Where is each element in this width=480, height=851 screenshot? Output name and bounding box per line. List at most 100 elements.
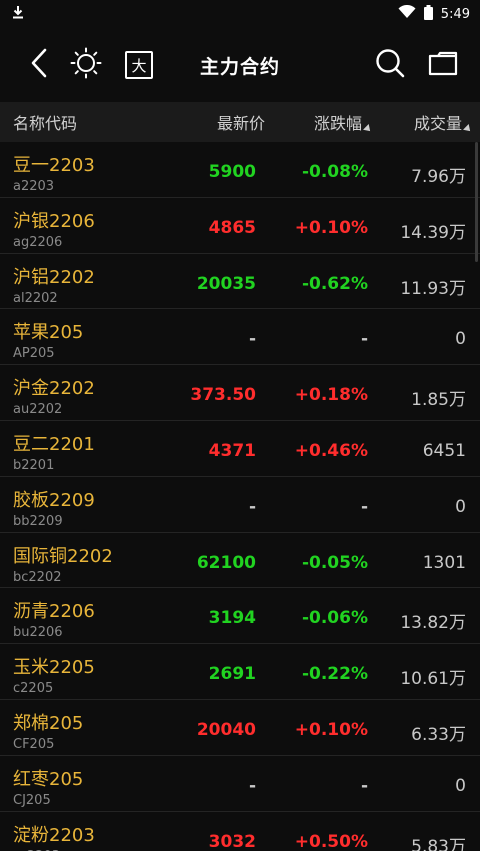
latest-price: 5900 — [208, 162, 256, 182]
contract-name: 豆一2203 — [13, 155, 95, 176]
contract-name: 玉米2205 — [13, 657, 95, 679]
contract-code: b2201 — [13, 457, 55, 473]
contract-code: bu2206 — [13, 625, 63, 641]
table-row[interactable]: 淀粉2203cs22033032+0.50%5.83万 — [0, 812, 480, 851]
latest-price: - — [248, 329, 256, 350]
contract-code: au2202 — [13, 402, 63, 418]
header-volume-label: 成交量 — [413, 114, 462, 133]
latest-price: 4865 — [208, 217, 256, 238]
header-volume[interactable]: 成交量 — [413, 110, 473, 134]
change-percent: - — [360, 775, 368, 796]
trade-volume: 1.85万 — [411, 390, 466, 411]
change-percent: -0.08% — [301, 162, 368, 182]
contract-list[interactable]: 豆一2203 a2203 5900 -0.08% 7.96万沪银2206 ag2206 48… — [0, 142, 480, 851]
change-percent: +0.10% — [294, 719, 368, 740]
table-row[interactable]: 玉米2205 c2205 2691 -0.22% 10.61万 — [0, 644, 480, 700]
sun-icon — [70, 47, 102, 83]
contract-code: a2203 — [13, 179, 55, 194]
contract-name: 胶板2209 — [13, 489, 95, 511]
contract-code: AP205 — [13, 346, 55, 362]
latest-price: - — [248, 775, 256, 796]
font-size-icon: 大 — [125, 51, 153, 79]
header-price[interactable]: 最新价 — [217, 110, 265, 134]
table-row[interactable]: 国际铜2202 bc2202 62100 -0.05% 1301 — [0, 533, 480, 589]
contract-name: 沪银2206 — [13, 210, 95, 232]
contract-name: 沥青2206 — [13, 601, 95, 623]
contract-name: 苹果205 — [13, 322, 84, 344]
contract-name: 红枣205 — [13, 768, 84, 790]
latest-price: 373.50 — [190, 385, 256, 406]
folder-icon — [428, 50, 458, 80]
trade-volume: 11.93万 — [400, 278, 466, 299]
app-bar: 大 主力合约 — [0, 28, 480, 102]
table-row[interactable]: 沥青2206 bu2206 3194 -0.06% 13.82万 — [0, 588, 480, 645]
table-header: 名称代码 最新价 涨跌幅 成交量 — [0, 102, 480, 142]
contract-name: 国际铜2202 — [13, 545, 113, 567]
change-percent: -0.62% — [301, 273, 368, 294]
folder-button[interactable] — [426, 48, 460, 82]
table-row[interactable]: 沪金2202 au2202 373.50 +0.18% 1.85万 — [0, 365, 480, 421]
latest-price: 3032 — [208, 831, 256, 851]
contract-code: CJ205 — [13, 792, 51, 808]
contract-name: 豆二2201 — [13, 433, 95, 455]
table-row[interactable]: 沪铝2202 al2202 20035 -0.62% 11.93万 — [0, 254, 480, 310]
trade-volume: 0 — [455, 329, 466, 350]
table-row[interactable]: 红枣205 CJ205 - - 0 — [0, 756, 480, 812]
latest-price: 20040 — [196, 719, 256, 740]
change-percent: +0.50% — [294, 831, 368, 851]
change-percent: -0.06% — [301, 608, 368, 629]
search-button[interactable] — [373, 48, 407, 82]
contract-name: 郑棉205 — [13, 712, 84, 734]
header-name: 名称代码 — [13, 114, 78, 133]
trade-volume: 7.96万 — [411, 167, 466, 187]
search-icon — [375, 48, 405, 82]
table-row[interactable]: 苹果205 AP205 - - 0 — [0, 309, 480, 366]
change-percent: +0.46% — [294, 440, 368, 461]
contract-name: 沪金2202 — [13, 378, 95, 400]
header-change-label: 涨跌幅 — [313, 114, 362, 133]
change-percent: - — [360, 496, 368, 517]
font-size-button[interactable]: 大 — [122, 48, 156, 82]
change-percent: -0.05% — [301, 552, 368, 573]
sort-indicator-icon — [463, 124, 473, 134]
trade-volume: 1301 — [422, 552, 466, 573]
change-percent: - — [360, 329, 368, 350]
contract-name: 沪铝2202 — [13, 266, 95, 288]
latest-price: 62100 — [196, 552, 256, 573]
contract-code: ag2206 — [13, 234, 63, 250]
status-time: 5:49 — [440, 6, 470, 22]
sort-indicator-icon — [363, 124, 373, 134]
contract-code: c2205 — [13, 681, 54, 697]
trade-volume: 10.61万 — [400, 669, 466, 690]
change-percent: +0.18% — [294, 385, 368, 406]
download-icon — [12, 5, 24, 23]
contract-name: 淀粉2203 — [13, 824, 95, 846]
status-bar: 5:49 — [0, 0, 480, 28]
change-percent: -0.22% — [301, 664, 368, 685]
trade-volume: 13.82万 — [400, 613, 466, 634]
wifi-icon — [398, 4, 416, 23]
contract-code: bc2202 — [13, 569, 62, 585]
contract-code: bb2209 — [13, 513, 63, 529]
table-row[interactable]: 胶板2209 bb2209 - - 0 — [0, 477, 480, 533]
table-row[interactable]: 豆一2203 a2203 5900 -0.08% 7.96万 — [0, 142, 480, 198]
latest-price: 3194 — [208, 608, 256, 629]
trade-volume: 6.33万 — [411, 724, 466, 745]
latest-price: 2691 — [208, 664, 256, 685]
table-row[interactable]: 郑棉205 CF205 20040 +0.10% 6.33万 — [0, 700, 480, 756]
trade-volume: 14.39万 — [400, 222, 466, 243]
latest-price: 4371 — [208, 440, 256, 461]
change-percent: +0.10% — [294, 217, 368, 238]
scrollbar[interactable] — [475, 142, 478, 262]
header-change[interactable]: 涨跌幅 — [313, 110, 373, 134]
trade-volume: 6451 — [422, 440, 466, 461]
contract-code: al2202 — [13, 290, 58, 306]
table-row[interactable]: 豆二2201 b2201 4371 +0.46% 6451 — [0, 421, 480, 477]
table-row[interactable]: 沪银2206 ag2206 4865 +0.10% 14.39万 — [0, 198, 480, 254]
battery-icon — [423, 4, 433, 24]
brightness-button[interactable] — [69, 47, 103, 83]
contract-code: CF205 — [13, 736, 55, 752]
back-button[interactable] — [22, 48, 56, 82]
trade-volume: 0 — [455, 775, 466, 796]
latest-price: - — [248, 496, 256, 517]
